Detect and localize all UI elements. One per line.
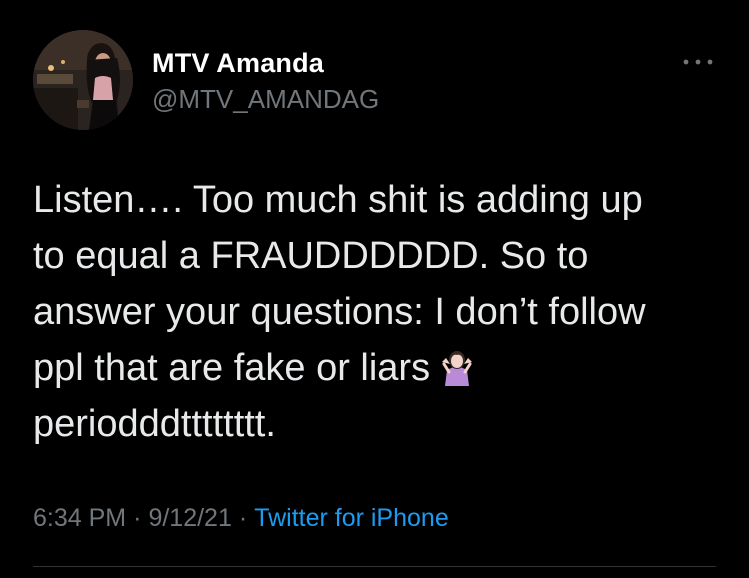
tweet-metadata: 6:34 PM · 9/12/21 · Twitter for iPhone <box>33 504 449 533</box>
author-handle[interactable]: @MTV_AMANDAG <box>152 84 379 115</box>
meta-separator: · <box>238 504 248 532</box>
tweet-text: Listen…. Too much shit is adding up to e… <box>33 172 733 452</box>
tweet-text-line: ppl that are fake or liars <box>33 347 431 389</box>
tweet-text-line: answer your questions: I don’t follow <box>33 291 646 333</box>
profile-photo <box>33 30 133 130</box>
divider <box>33 566 716 567</box>
tweet-text-line: Listen…. Too much shit is adding up <box>33 179 643 221</box>
tweet-time[interactable]: 6:34 PM <box>33 504 126 532</box>
meta-separator: · <box>133 504 142 532</box>
tweet-text-line: perioddd​tttttttt. <box>33 403 276 445</box>
tweet-source-link[interactable]: Twitter for iPhone <box>254 504 449 532</box>
tweet-date[interactable]: 9/12/21 <box>148 504 231 532</box>
avatar[interactable] <box>33 30 133 130</box>
person-shrugging-emoji <box>438 346 476 386</box>
tweet-text-line-with-emoji: ppl that are fake or liars <box>33 340 733 396</box>
tweet-text-line: to equal a FRAUDDDDDD. So to <box>33 235 589 277</box>
author-display-name[interactable]: MTV Amanda <box>152 48 324 79</box>
more-options-icon[interactable] <box>680 48 716 76</box>
